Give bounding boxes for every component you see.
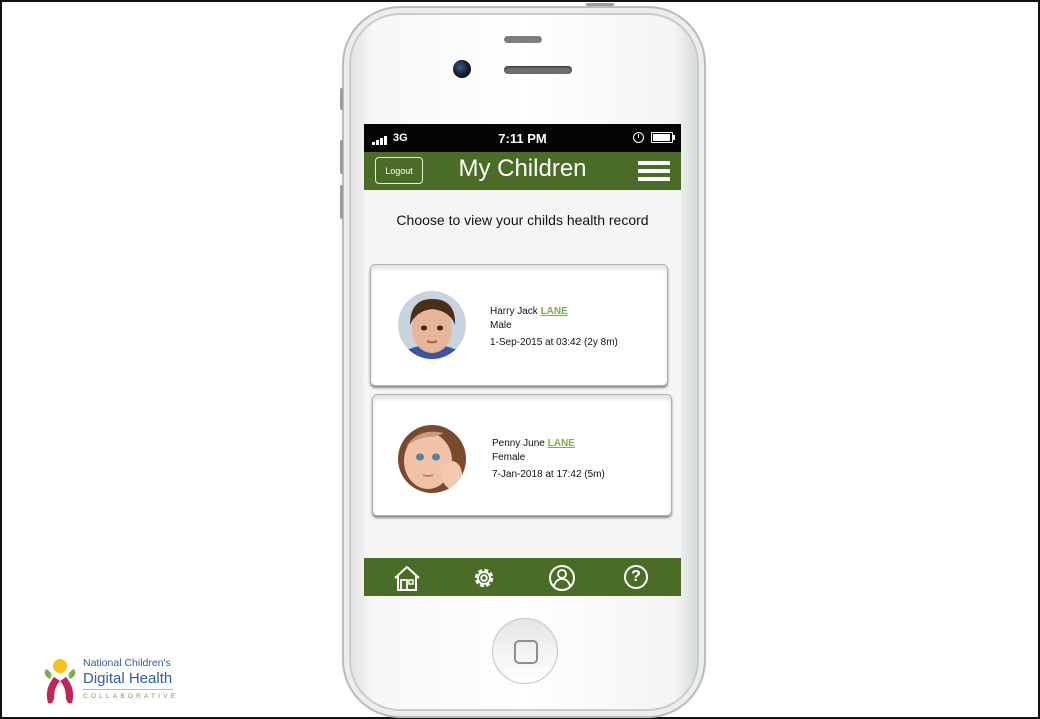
speaker-grille	[504, 66, 572, 74]
home-icon[interactable]	[392, 564, 422, 592]
ncdhc-logo: National Children's Digital Health COLLA…	[40, 655, 190, 710]
child-avatar	[398, 291, 466, 359]
settings-gear-icon[interactable]	[469, 564, 499, 592]
logo-divider	[83, 689, 173, 690]
child-card-harry[interactable]: Harry Jack LANE Male 1-Sep-2015 at 03:42…	[370, 264, 668, 386]
battery-icon	[651, 132, 675, 143]
help-icon[interactable]: ?	[624, 565, 648, 589]
child-sex: Male	[490, 320, 512, 331]
logo-line3: COLLABORATIVE	[83, 693, 179, 700]
intro-text: Choose to view your childs health record	[396, 212, 649, 228]
status-bar: 3G 7:11 PM	[364, 124, 681, 152]
child-avatar	[398, 425, 466, 493]
power-button	[586, 3, 614, 6]
logo-line2: Digital Health	[83, 670, 173, 687]
bottom-nav: ?	[364, 558, 681, 596]
child-given-names: Penny June	[492, 438, 545, 449]
alarm-clock-icon	[633, 132, 644, 143]
child-surname-link[interactable]: LANE	[541, 306, 568, 317]
child-sex: Female	[492, 452, 526, 463]
child-info: Penny June LANE Female 7-Jan-2018 at 17:…	[492, 437, 605, 482]
front-camera	[453, 60, 471, 78]
profile-icon[interactable]	[547, 564, 577, 592]
home-button-square-icon	[514, 640, 538, 664]
child-surname-link[interactable]: LANE	[548, 438, 575, 449]
mute-switch	[340, 88, 343, 110]
child-given-names: Harry Jack	[490, 306, 538, 317]
page-title: My Children	[458, 155, 587, 182]
app-header: Logout My Children	[364, 152, 681, 190]
phone-screen: 3G 7:11 PM Logout My Children Choose to …	[364, 124, 681, 596]
child-card-penny[interactable]: Penny June LANE Female 7-Jan-2018 at 17:…	[372, 394, 672, 516]
battery-fill	[653, 134, 670, 141]
volume-up-button	[340, 140, 343, 174]
child-info: Harry Jack LANE Male 1-Sep-2015 at 03:42…	[490, 305, 618, 350]
child-dob: 7-Jan-2018 at 17:42 (5m)	[492, 469, 605, 480]
hamburger-menu-icon[interactable]	[638, 161, 670, 183]
top-button	[504, 36, 542, 43]
home-hardware-button[interactable]	[492, 618, 558, 684]
volume-down-button	[340, 185, 343, 219]
logo-mark-icon	[44, 659, 76, 704]
child-dob: 1-Sep-2015 at 03:42 (2y 8m)	[490, 337, 618, 348]
logo-line1: National Children's	[83, 657, 171, 669]
